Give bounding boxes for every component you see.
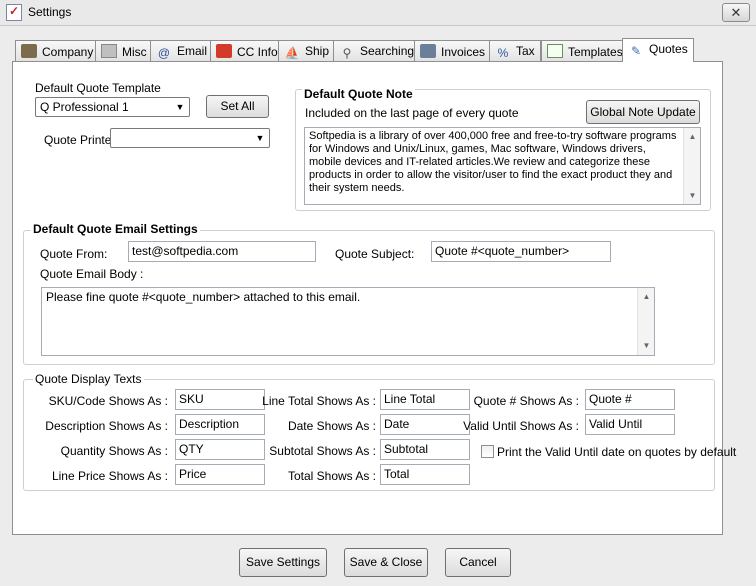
quote-subject-label: Quote Subject: <box>335 247 415 261</box>
tax-icon: % <box>497 46 509 60</box>
email-body-label: Quote Email Body : <box>40 267 144 281</box>
scroll-down-icon[interactable]: ▼ <box>638 339 655 353</box>
description-label: Description Shows As : <box>45 419 168 433</box>
company-icon <box>21 44 37 58</box>
line-price-input[interactable]: Price <box>175 464 265 485</box>
ship-icon: ⛵ <box>284 46 300 60</box>
valid-until-checkbox-label: Print the Valid Until date on quotes by … <box>497 445 737 459</box>
save-close-button[interactable]: Save & Close <box>344 548 428 577</box>
tab-ship[interactable]: ⛵ Ship <box>278 40 336 61</box>
tab-misc[interactable]: Misc <box>95 40 153 61</box>
email-body-textarea[interactable]: Please fine quote #<quote_number> attach… <box>41 287 655 356</box>
tab-invoices[interactable]: Invoices <box>414 40 492 61</box>
note-scrollbar[interactable]: ▲ ▼ <box>683 128 700 204</box>
tab-searching[interactable]: ⚲ Searching <box>333 40 421 61</box>
default-note-subtitle: Included on the last page of every quote <box>305 106 519 120</box>
chevron-down-icon: ▼ <box>175 102 185 112</box>
quantity-label: Quantity Shows As : <box>60 444 168 458</box>
default-template-select[interactable]: Q Professional 1 ▼ <box>35 97 190 117</box>
sku-input[interactable]: SKU <box>175 389 265 410</box>
quote-subject-input[interactable]: Quote #<quote_number> <box>431 241 611 262</box>
cancel-button[interactable]: Cancel <box>445 548 511 577</box>
email-settings-title: Default Quote Email Settings <box>31 222 200 236</box>
valid-until-checkbox[interactable] <box>481 445 494 458</box>
title-bar: ✓ Settings ✕ <box>0 0 756 26</box>
close-button[interactable]: ✕ <box>722 3 750 22</box>
tab-quotes[interactable]: ✎ Quotes <box>622 38 694 62</box>
date-label: Date Shows As : <box>287 419 376 433</box>
quote-number-label: Quote # Shows As : <box>473 394 579 408</box>
cc-info-icon <box>216 44 232 58</box>
tab-company[interactable]: Company <box>15 40 100 61</box>
tab-email[interactable]: @ Email <box>150 40 214 61</box>
quote-printer-select[interactable]: ▼ <box>110 128 270 148</box>
email-icon: @ <box>157 46 171 60</box>
global-note-update-button[interactable]: Global Note Update <box>586 100 700 124</box>
quotes-icon: ✎ <box>630 44 642 58</box>
scroll-down-icon[interactable]: ▼ <box>684 189 701 202</box>
misc-icon <box>101 44 117 58</box>
line-price-label: Line Price Shows As : <box>51 469 168 483</box>
total-label: Total Shows As : <box>287 469 376 483</box>
set-all-button[interactable]: Set All <box>206 95 269 118</box>
tab-cc-info[interactable]: CC Info <box>210 40 284 61</box>
quote-printer-label: Quote Printer <box>44 133 116 147</box>
subtotal-input[interactable]: Subtotal <box>380 439 470 460</box>
total-input[interactable]: Total <box>380 464 470 485</box>
app-icon: ✓ <box>6 4 22 21</box>
display-texts-title: Quote Display Texts <box>33 372 144 386</box>
chevron-down-icon: ▼ <box>255 133 265 143</box>
date-input[interactable]: Date <box>380 414 470 435</box>
description-input[interactable]: Description <box>175 414 265 435</box>
valid-until-label: Valid Until Shows As : <box>463 419 579 433</box>
subtotal-label: Subtotal Shows As : <box>269 444 376 458</box>
quotes-panel: Default Quote Template Q Professional 1 … <box>12 61 736 535</box>
default-note-title: Default Quote Note <box>302 87 415 101</box>
searching-icon: ⚲ <box>342 46 352 60</box>
save-settings-button[interactable]: Save Settings <box>239 548 327 577</box>
email-body-scrollbar[interactable]: ▲ ▼ <box>637 288 654 355</box>
scroll-up-icon[interactable]: ▲ <box>638 290 655 304</box>
templates-icon <box>547 44 563 58</box>
default-template-label: Default Quote Template <box>35 81 161 95</box>
quote-from-input[interactable]: test@softpedia.com <box>128 241 316 262</box>
quantity-input[interactable]: QTY <box>175 439 265 460</box>
valid-until-input[interactable]: Valid Until <box>585 414 675 435</box>
tab-templates[interactable]: Templates <box>541 40 629 61</box>
quote-from-label: Quote From: <box>40 247 108 261</box>
scroll-up-icon[interactable]: ▲ <box>684 130 701 143</box>
tab-tax[interactable]: % Tax <box>489 40 541 61</box>
invoices-icon <box>420 44 436 58</box>
default-note-textarea[interactable]: Softpedia is a library of over 400,000 f… <box>304 127 701 205</box>
line-total-input[interactable]: Line Total <box>380 389 470 410</box>
sku-label: SKU/Code Shows As : <box>48 394 168 408</box>
line-total-label: Line Total Shows As : <box>262 394 376 408</box>
window-title: Settings <box>28 5 72 19</box>
quote-number-input[interactable]: Quote # <box>585 389 675 410</box>
